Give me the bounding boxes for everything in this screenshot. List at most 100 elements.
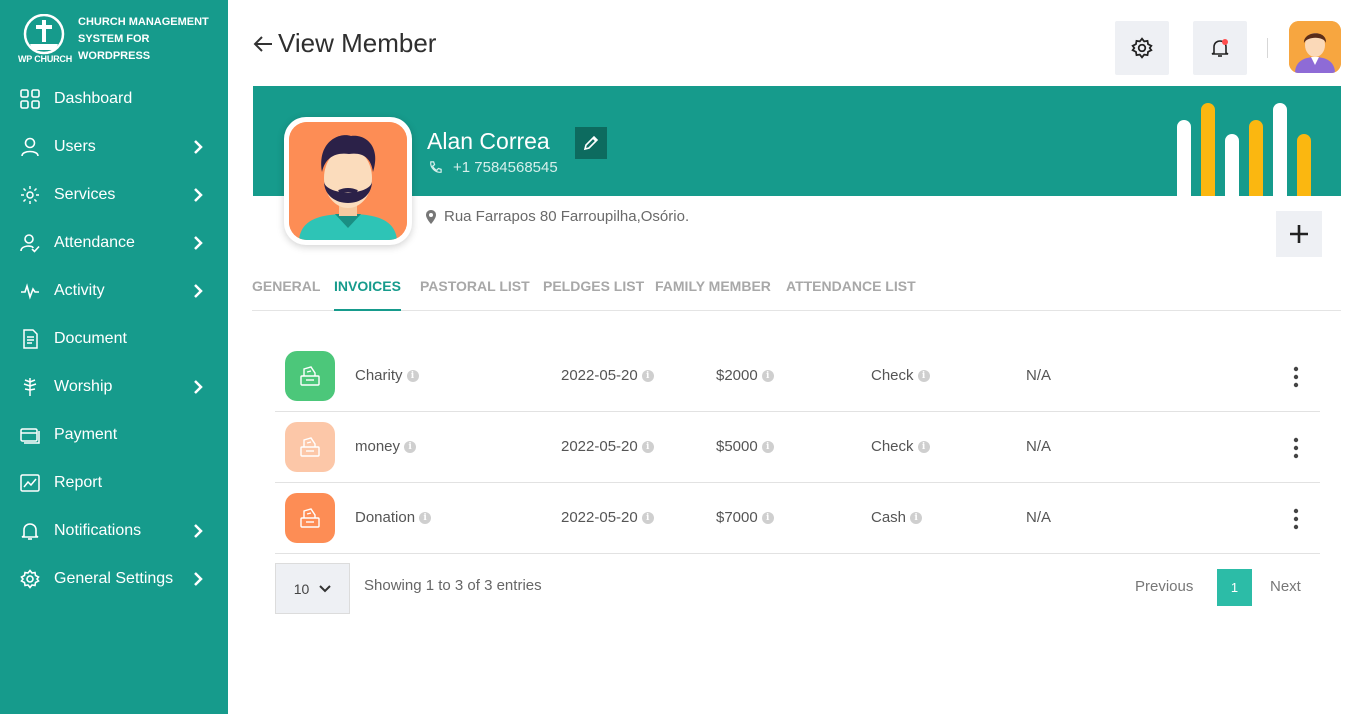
chevron-down-icon (319, 584, 331, 592)
invoice-title: money i (355, 438, 417, 455)
activity-pulse-icon (20, 281, 40, 301)
sidebar-item-attendance[interactable]: Attendance (0, 219, 228, 267)
sidebar-item-users[interactable]: Users (0, 123, 228, 171)
tab-peldges-list[interactable]: PELDGES LIST (543, 278, 644, 311)
table-row[interactable]: Charity i 2022-05-20 i $2000 i Check i N/A (275, 341, 1320, 412)
invoice-method-text: Check (871, 367, 914, 384)
page-button-current[interactable]: 1 (1217, 569, 1252, 606)
sidebar-item-services[interactable]: Services (0, 171, 228, 219)
invoice-note-text: N/A (1026, 438, 1052, 455)
member-avatar-icon (289, 122, 407, 240)
brand-logo-text: WP CHURCH (18, 54, 73, 64)
sidebar-item-label: Report (54, 474, 103, 491)
church-logo-icon (23, 14, 65, 55)
sidebar-nav: Dashboard Users Services Attendance Acti… (0, 75, 228, 603)
sidebar-item-general-settings[interactable]: General Settings (0, 555, 228, 603)
notifications-button[interactable] (1193, 21, 1247, 75)
sidebar-item-dashboard[interactable]: Dashboard (0, 75, 228, 123)
info-icon: i (910, 511, 923, 524)
invoice-amount-text: $7000 (716, 509, 758, 526)
edit-member-button[interactable] (575, 127, 607, 159)
services-icon (20, 185, 40, 205)
bar-decoration (1177, 103, 1311, 196)
invoice-date: 2022-05-20 i (561, 367, 654, 384)
chevron-right-icon (194, 380, 203, 394)
tab-general[interactable]: GENERAL (252, 278, 320, 311)
member-address: Rua Farrapos 80 Farroupilha,Osório. (426, 208, 689, 225)
member-address-text: Rua Farrapos 80 Farroupilha,Osório. (444, 208, 690, 225)
info-icon: i (406, 369, 419, 382)
info-icon: i (419, 511, 432, 524)
info-icon: i (761, 440, 774, 453)
sidebar-item-label: Document (54, 330, 127, 347)
tab-attendance-list[interactable]: ATTENDANCE LIST (786, 278, 916, 311)
next-page-button[interactable]: Next (1270, 578, 1301, 595)
chevron-right-icon (194, 188, 203, 202)
table-row[interactable]: money i 2022-05-20 i $5000 i Check i N/A (275, 412, 1320, 483)
invoice-method: Check i (871, 438, 930, 455)
info-icon: i (641, 511, 654, 524)
member-photo (284, 117, 412, 245)
info-icon: i (641, 369, 654, 382)
sidebar-item-report[interactable]: Report (0, 459, 228, 507)
chevron-right-icon (194, 524, 203, 538)
invoice-method-text: Cash (871, 509, 907, 526)
invoice-amount-text: $5000 (716, 438, 758, 455)
invoice-title-text: Charity (355, 367, 403, 384)
sidebar-item-activity[interactable]: Activity (0, 267, 228, 315)
invoice-date-text: 2022-05-20 (561, 509, 638, 526)
brand[interactable]: WP CHURCH CHURCH MANAGEMENT SYSTEM FOR W… (18, 12, 218, 68)
kebab-menu-icon (1293, 437, 1299, 459)
avatar-icon (1289, 21, 1341, 73)
info-icon: i (641, 440, 654, 453)
plus-icon (1290, 225, 1308, 243)
chevron-right-icon (194, 284, 203, 298)
back-link[interactable]: View Member (252, 28, 436, 59)
sidebar-item-document[interactable]: Document (0, 315, 228, 363)
add-button[interactable] (1276, 211, 1322, 257)
sidebar-item-payment[interactable]: Payment (0, 411, 228, 459)
settings-button[interactable] (1115, 21, 1169, 75)
sidebar-item-worship[interactable]: Worship (0, 363, 228, 411)
tab-pastoral-list[interactable]: PASTORAL LIST (420, 278, 530, 311)
invoice-date: 2022-05-20 i (561, 438, 654, 455)
member-name: Alan Correa (427, 128, 550, 154)
member-tabs: GENERAL INVOICES PASTORAL LIST PELDGES L… (252, 278, 1341, 311)
entries-info: Showing 1 to 3 of 3 entries (364, 577, 542, 594)
user-icon (20, 137, 40, 157)
header-divider (1267, 38, 1268, 58)
page-title: View Member (278, 28, 437, 58)
member-phone-text: +1 7584568545 (453, 159, 558, 176)
invoice-note: N/A (1026, 509, 1051, 526)
pencil-icon (583, 135, 599, 151)
tab-invoices[interactable]: INVOICES (334, 278, 401, 311)
info-icon: i (917, 440, 930, 453)
row-menu-button[interactable] (1285, 436, 1307, 460)
invoice-title: Donation i (355, 509, 432, 526)
info-icon: i (404, 440, 417, 453)
document-icon (20, 329, 40, 349)
gear-icon (20, 569, 40, 589)
invoice-note-text: N/A (1026, 509, 1052, 526)
phone-icon (430, 161, 442, 173)
table-row[interactable]: Donation i 2022-05-20 i $7000 i Cash i N/A (275, 483, 1320, 554)
info-icon: i (761, 369, 774, 382)
user-avatar[interactable] (1289, 21, 1341, 73)
donation-box-icon (285, 422, 335, 472)
invoice-date-text: 2022-05-20 (561, 438, 638, 455)
sidebar-item-notifications[interactable]: Notifications (0, 507, 228, 555)
member-phone: +1 7584568545 (428, 159, 558, 176)
previous-page-button[interactable]: Previous (1135, 578, 1193, 595)
invoice-amount: $2000 i (716, 367, 774, 384)
donation-box-icon (285, 493, 335, 543)
row-menu-button[interactable] (1285, 507, 1307, 531)
tab-family-member[interactable]: FAMILY MEMBER (655, 278, 771, 311)
sidebar-item-label: Worship (54, 378, 113, 395)
page-size-select[interactable]: 10 (275, 563, 350, 614)
row-menu-button[interactable] (1285, 365, 1307, 389)
sidebar-item-label: Users (54, 138, 96, 155)
invoice-note: N/A (1026, 367, 1051, 384)
sidebar-item-label: General Settings (54, 570, 174, 587)
page-size-value: 10 (293, 580, 310, 597)
invoice-note: N/A (1026, 438, 1051, 455)
